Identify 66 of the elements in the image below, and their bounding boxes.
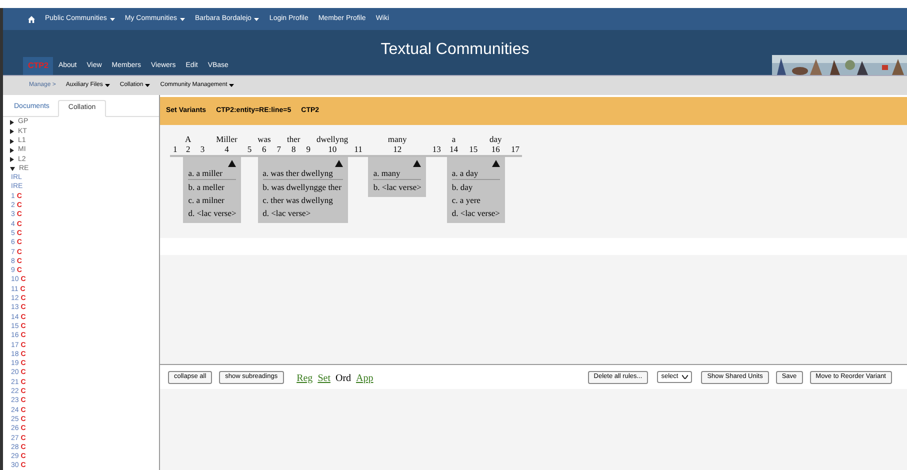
variant-reading[interactable]: d. <lac verse> — [188, 207, 236, 220]
mode-link[interactable]: App — [356, 371, 374, 386]
position-number: 2 — [186, 144, 190, 154]
variant-reading[interactable]: b. <lac verse> — [373, 181, 422, 194]
word-label: day — [489, 134, 502, 144]
position-number: 15 — [469, 144, 478, 154]
collapse-icon[interactable] — [413, 160, 422, 167]
word-label: many — [388, 134, 407, 144]
word-label: ther — [287, 134, 300, 144]
caret-icon — [110, 18, 115, 20]
word-label: was — [258, 134, 271, 144]
home-icon[interactable] — [28, 16, 35, 22]
position-number: 7 — [276, 144, 282, 154]
position-number: 4 — [224, 144, 229, 154]
word-label: dwellyng — [316, 134, 348, 144]
variant-reading[interactable]: b. was dwellyngge ther — [262, 181, 344, 194]
position-number: 10 — [328, 144, 337, 154]
caret-icon — [145, 84, 150, 87]
position-number: 14 — [449, 144, 458, 154]
mode-link[interactable]: Set — [318, 371, 330, 386]
variant-box[interactable]: a. many b. <lac verse> — [368, 157, 426, 197]
position-number: 16 — [491, 144, 500, 154]
variant-reading[interactable]: a. a day — [452, 167, 500, 180]
variant-box[interactable]: a. a day b. day c. a yere d. <lac verse> — [446, 157, 505, 223]
variant-reading[interactable]: c. a milner — [188, 194, 236, 207]
mode-link[interactable]: Ord — [335, 371, 352, 386]
variant-box[interactable]: a. a miller b. a meller c. a milner d. <lac verse> — [183, 157, 242, 223]
collapsed-icon[interactable] — [10, 148, 14, 154]
position-number: 11 — [354, 144, 362, 154]
variant-reading[interactable]: a. a miller — [188, 167, 236, 180]
position-number: 1 — [173, 144, 178, 154]
variant-reading[interactable]: d. <lac verse> — [452, 207, 500, 220]
position-number: 3 — [200, 144, 205, 154]
word-label: Miller — [216, 134, 238, 144]
position-number: 8 — [292, 144, 296, 154]
collapsed-icon[interactable] — [10, 157, 14, 162]
variant-reading[interactable]: d. <lac verse> — [262, 207, 344, 220]
variant-reading[interactable]: c. ther was dwellyng — [262, 194, 344, 207]
variant-box[interactable]: a. was ther dwellyng b. was dwellyngge ther c. ther was dwellyng d. <lac verse> — [258, 157, 348, 223]
variant-reading[interactable]: b. day — [452, 181, 500, 194]
position-number: 12 — [393, 144, 402, 154]
caret-icon — [229, 84, 234, 87]
position-number: 9 — [306, 144, 311, 154]
collapsed-icon[interactable] — [10, 120, 14, 126]
site-title: Textual Communities — [380, 40, 530, 60]
variant-reading[interactable]: a. was ther dwellyng — [262, 167, 344, 180]
word-label: a — [452, 134, 456, 144]
collapsed-icon[interactable] — [10, 129, 14, 134]
mode-link[interactable]: Reg — [296, 371, 313, 386]
collapsed-icon[interactable] — [10, 138, 14, 144]
collapse-icon[interactable] — [335, 160, 344, 167]
caret-icon — [254, 18, 260, 20]
position-number: 17 — [510, 144, 520, 154]
expanded-icon[interactable] — [10, 167, 15, 172]
caret-icon — [104, 84, 110, 87]
dropdown-icon — [682, 375, 688, 379]
variant-reading[interactable]: b. a meller — [188, 181, 236, 194]
variant-reading[interactable]: a. many — [373, 167, 422, 180]
position-number: 5 — [247, 144, 252, 154]
collapse-icon[interactable] — [228, 160, 236, 167]
collapse-icon[interactable] — [492, 160, 500, 167]
caret-icon — [180, 18, 185, 20]
variant-reading[interactable]: c. a yere — [452, 194, 500, 207]
word-label: A — [185, 134, 192, 144]
position-number: 13 — [432, 144, 441, 154]
position-number: 6 — [262, 144, 266, 154]
